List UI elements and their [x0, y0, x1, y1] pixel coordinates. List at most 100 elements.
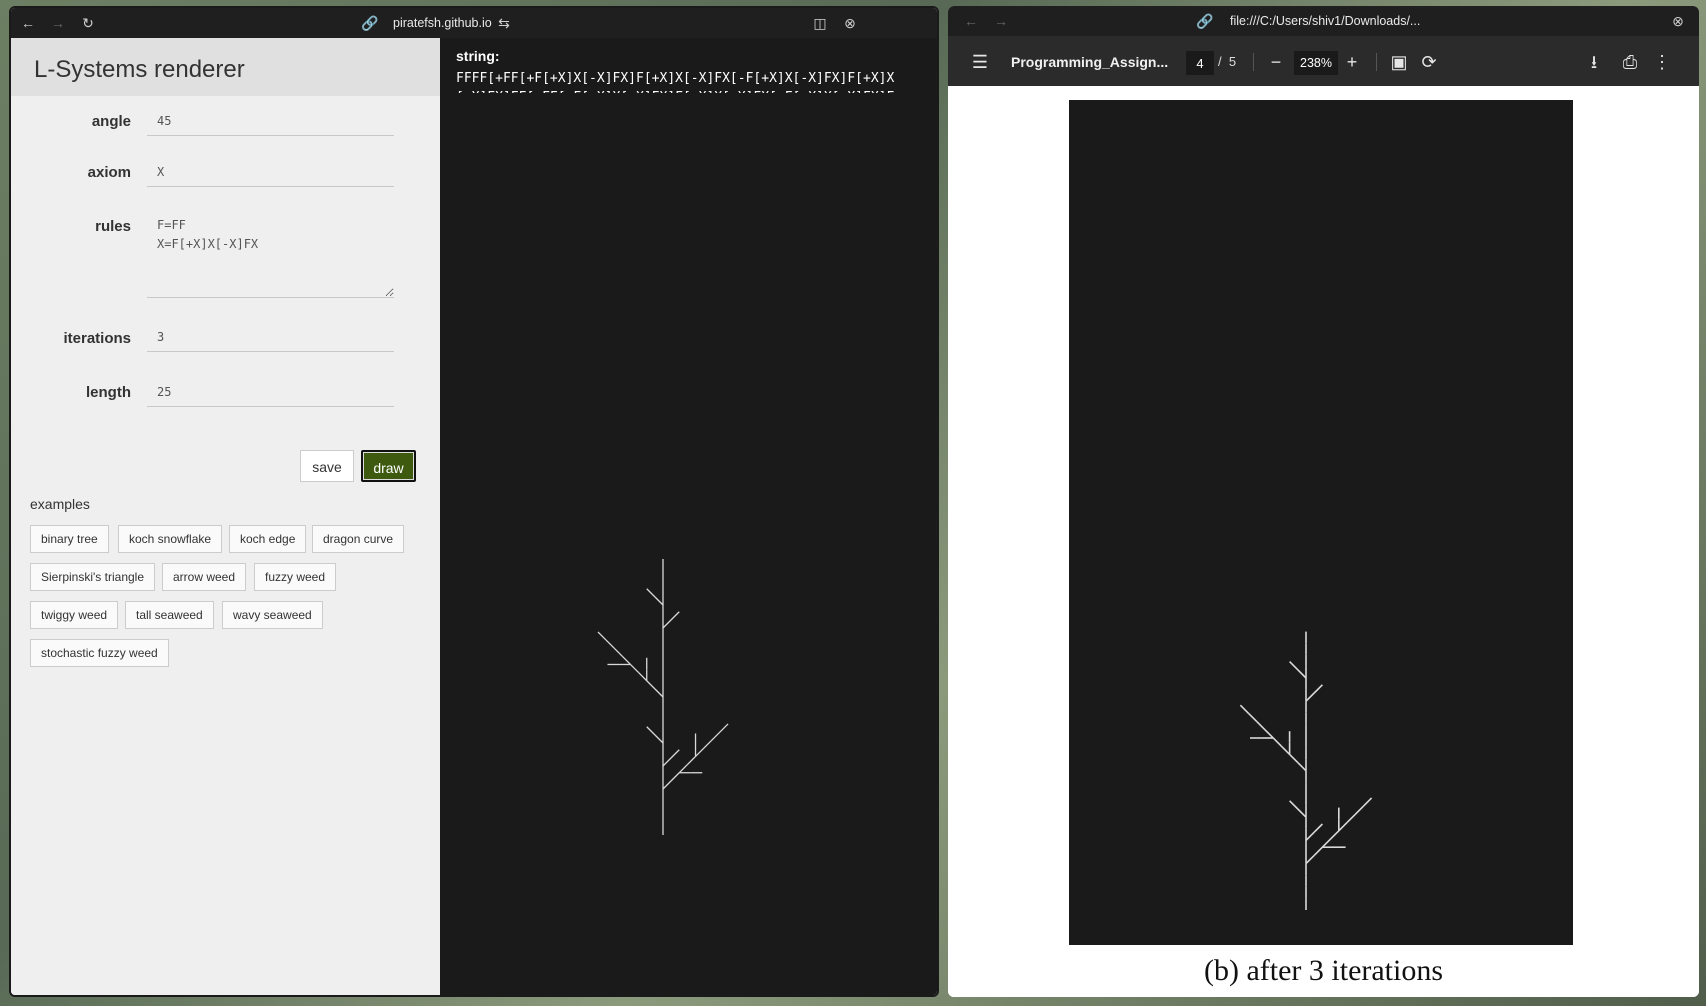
plant-segment [1297, 808, 1307, 818]
plant-segment [1346, 813, 1356, 824]
close-circle-icon[interactable]: ⊗ [841, 14, 859, 32]
zoom-out-icon[interactable]: − [1265, 51, 1287, 73]
forward-arrow-icon[interactable]: → [992, 12, 1010, 30]
plant-segment [686, 756, 696, 766]
example-arrow-weed[interactable]: arrow weed [162, 563, 247, 591]
example-tall-seaweed[interactable]: tall seaweed [125, 601, 214, 629]
example-wavy-seaweed[interactable]: wavy seaweed [222, 601, 323, 629]
menu-icon[interactable]: ☰ [969, 51, 991, 73]
split-view-icon[interactable]: ◫ [811, 14, 829, 32]
rules-textarea[interactable]: F=FF X=F[+X]X[-X]FX [147, 210, 394, 298]
rotate-icon[interactable]: ⟳ [1418, 51, 1440, 73]
back-arrow-icon[interactable]: ← [19, 14, 37, 32]
plant-segment [695, 747, 705, 757]
controls-sidebar: L-Systems renderer angle axiom rules F=F… [11, 38, 440, 995]
pdf-document-title: Programming_Assign... [1011, 54, 1169, 70]
plant-segment [719, 723, 729, 733]
back-arrow-icon[interactable]: ← [962, 12, 980, 30]
plant-segment [1289, 800, 1299, 810]
example-sierpinski-triangle[interactable]: Sierpinski's triangle [30, 563, 156, 591]
example-twiggy-weed[interactable]: twiggy weed [30, 601, 119, 629]
plant-segment [1305, 692, 1315, 702]
print-icon[interactable]: ⎙ [1619, 51, 1641, 73]
download-icon[interactable]: ⭳ [1583, 51, 1605, 73]
forward-arrow-icon[interactable]: → [49, 14, 67, 32]
plant-segment [711, 731, 721, 741]
angle-input[interactable] [147, 106, 394, 136]
iterations-label: iterations [63, 330, 131, 347]
pdf-viewer-window: ← → 🔗 file:///C:/Users/shiv1/Downloads/.… [948, 6, 1699, 997]
lsystem-plant-drawing [597, 559, 729, 835]
plant-segment [1354, 805, 1364, 815]
plant-segment [1313, 684, 1323, 694]
lsystem-canvas-area[interactable]: string: FFFF[+FF[+F[+X]X[-X]FX]F[+X]X[-X… [440, 38, 937, 995]
toolbar-divider [1253, 53, 1254, 71]
example-koch-edge[interactable]: koch edge [229, 525, 307, 553]
iterations-input[interactable] [147, 322, 394, 352]
figure-caption: (b) after 3 iterations [1203, 954, 1444, 987]
angle-label: angle [91, 113, 131, 130]
example-koch-snowflake[interactable]: koch snowflake [118, 525, 223, 553]
toolbar-divider [1376, 53, 1377, 71]
save-button[interactable]: save [300, 450, 354, 482]
plant-segment [670, 772, 680, 782]
axiom-input[interactable] [147, 157, 394, 187]
plant-segment [654, 688, 664, 698]
fit-page-icon[interactable]: ▣ [1388, 51, 1410, 73]
plant-segment [654, 734, 664, 744]
plant-segment [670, 749, 680, 759]
plant-segment [597, 631, 607, 641]
plant-segment [1239, 704, 1250, 714]
pdf-toolbar: ☰ Programming_Assign... / 5 − + ▣ ⟳ ⭳ ⎙ … [948, 36, 1699, 86]
page-number-input[interactable] [1186, 51, 1214, 75]
pdf-plant-drawing [1239, 631, 1373, 910]
plant-segment [703, 739, 713, 749]
draw-button[interactable]: draw [361, 450, 416, 482]
example-binary-tree[interactable]: binary tree [30, 525, 109, 553]
plant-segment [646, 680, 656, 690]
axiom-label: axiom [87, 164, 131, 181]
plant-segment [605, 639, 615, 649]
plant-segment [1280, 745, 1291, 755]
pdf-figure [1069, 100, 1573, 945]
plant-segment [1313, 823, 1323, 833]
rules-label: rules [95, 218, 131, 235]
example-fuzzy-weed[interactable]: fuzzy weed [254, 563, 337, 591]
plant-segment [654, 596, 664, 606]
address-bar-url[interactable]: file:///C:/Users/shiv1/Downloads/... [1230, 14, 1420, 28]
plant-segment [1256, 721, 1266, 731]
plant-segment [1330, 830, 1340, 840]
plant-segment [662, 757, 672, 767]
tune-icon[interactable]: ⇆ [495, 14, 513, 32]
link-icon[interactable]: 🔗 [1196, 12, 1214, 30]
close-circle-icon[interactable]: ⊗ [1669, 12, 1687, 30]
plant-segment [1305, 854, 1315, 865]
more-options-icon[interactable]: ⋮ [1651, 51, 1673, 73]
lsystems-browser-window: ← → ↻ 🔗 piratefsh.github.io ⇆ ◫ ⊗ L-Syst… [9, 6, 939, 997]
plant-segment [1297, 762, 1307, 772]
plant-segment [1264, 729, 1274, 739]
plant-segment [630, 664, 640, 674]
page-count: / 5 [1218, 54, 1237, 69]
plant-segment [1338, 822, 1348, 832]
plant-segment [662, 619, 672, 629]
plant-segment [638, 672, 648, 682]
plant-segment [646, 588, 656, 598]
plant-segment [1305, 831, 1315, 841]
app-title: L-Systems renderer [34, 56, 245, 83]
plant-segment [662, 780, 672, 790]
examples-heading: examples [30, 496, 90, 512]
plant-segment [1289, 753, 1299, 764]
example-dragon-curve[interactable]: dragon curve [312, 525, 405, 553]
link-icon[interactable]: 🔗 [361, 14, 379, 32]
reload-icon[interactable]: ↻ [79, 14, 97, 32]
length-input[interactable] [147, 377, 394, 407]
plant-segment [1289, 661, 1299, 671]
plant-segment [621, 655, 631, 665]
address-bar-url[interactable]: piratefsh.github.io [393, 16, 492, 30]
plant-segment [1248, 712, 1258, 723]
zoom-level-input[interactable] [1294, 51, 1338, 75]
plant-segment [1272, 737, 1282, 747]
example-stochastic-fuzzy-weed[interactable]: stochastic fuzzy weed [30, 639, 169, 667]
zoom-in-icon[interactable]: + [1341, 51, 1363, 73]
